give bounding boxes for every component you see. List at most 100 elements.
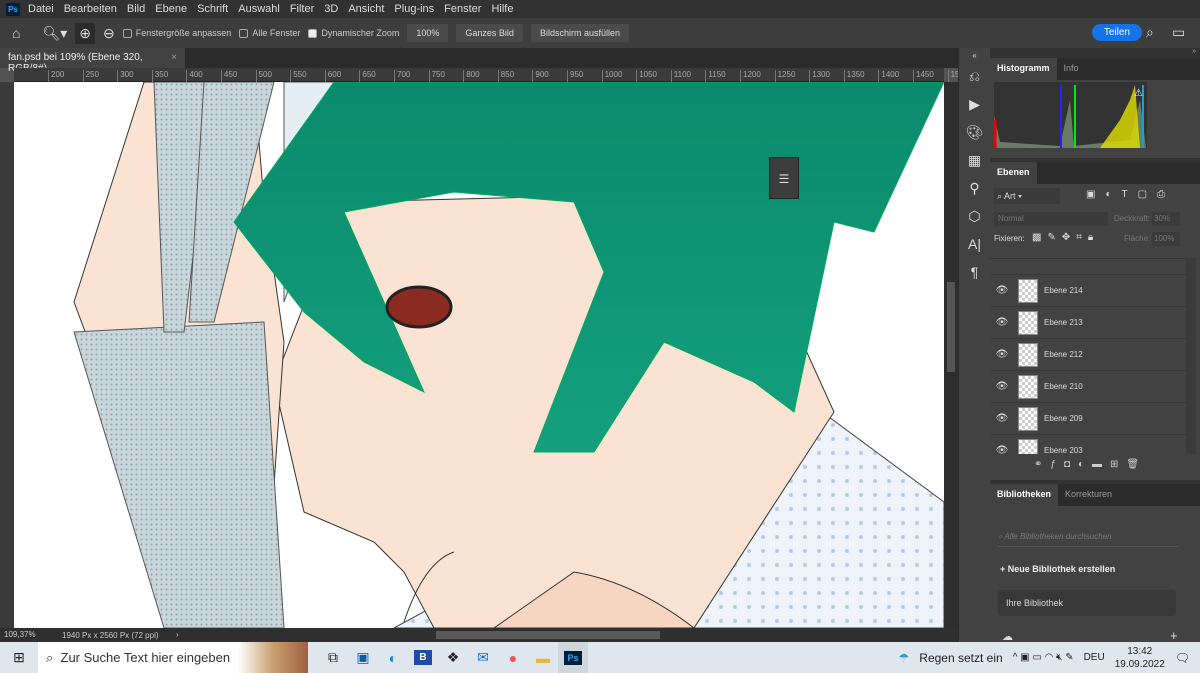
clock[interactable]: 13:42 19.09.2022 [1115, 645, 1165, 671]
ruler-tick: 350 [151, 70, 168, 82]
new-library-button[interactable]: + Neue Bibliothek erstellen [1000, 564, 1115, 574]
new-library-label: Neue Bibliothek erstellen [1007, 564, 1116, 574]
zoom-level[interactable]: 109,37% [4, 630, 36, 639]
checkbox-checked-icon [308, 28, 318, 38]
language-indicator[interactable]: DEU [1084, 652, 1105, 663]
home-icon[interactable]: ⌂ [12, 25, 20, 41]
adjustments-float-panel[interactable]: ☰ [769, 157, 799, 199]
notifications-icon[interactable]: 🗨︎ [1175, 651, 1190, 665]
layer-row[interactable]: 👁︎ Ebene 214 [990, 275, 1186, 307]
taskbar-search[interactable]: ⌕ Zur Suche Text hier eingeben [38, 642, 238, 673]
patterns-grid-icon[interactable]: ▦ [959, 146, 990, 174]
menu-bearbeiten[interactable]: Bearbeiten [64, 3, 117, 15]
search-highlight-image[interactable] [238, 642, 308, 673]
menu-ansicht[interactable]: Ansicht [348, 3, 384, 15]
3d-cube-icon[interactable]: ⬡ [959, 202, 990, 230]
layer-row[interactable]: 👁︎ Ebene 210 [990, 371, 1186, 403]
visibility-eye-icon[interactable]: 👁︎ [990, 285, 1014, 296]
menu-fenster[interactable]: Fenster [444, 3, 481, 15]
paragraph-icon[interactable]: ¶ [959, 258, 990, 286]
dynamic-zoom-checkbox[interactable]: Dynamischer Zoom [308, 28, 399, 38]
task-view-icon[interactable]: ⧉ [318, 642, 348, 673]
share-button[interactable]: Teilen [1091, 24, 1142, 41]
windows-start-icon[interactable]: ⊞ [0, 642, 38, 673]
collapse-icon[interactable]: « [959, 48, 990, 62]
fit-window-checkbox[interactable]: Fenstergröße anpassen [122, 28, 231, 38]
close-icon[interactable]: × [171, 52, 177, 64]
swatches-palette-icon[interactable]: 🎨︎ [959, 118, 990, 146]
zoom-out-icon[interactable]: ⊖ [103, 25, 115, 42]
visibility-eye-icon[interactable]: 👁︎ [990, 381, 1014, 392]
menu-bild[interactable]: Bild [127, 3, 145, 15]
ruler-tick: 250 [82, 70, 99, 82]
tab-adjustments[interactable]: Korrekturen [1058, 484, 1119, 506]
ruler-tick: 500 [255, 70, 272, 82]
layers-scrollbar[interactable] [1186, 258, 1196, 454]
visibility-eye-icon[interactable]: 👁︎ [990, 445, 1014, 454]
visibility-eye-icon[interactable]: 👁︎ [990, 413, 1014, 424]
menu-schrift[interactable]: Schrift [197, 3, 228, 15]
menu-datei[interactable]: Datei [28, 3, 54, 15]
status-menu-arrow[interactable]: › [176, 630, 179, 639]
ruler-tick: 1050 [636, 70, 657, 82]
canvas[interactable]: ☰ [14, 82, 944, 628]
fill-field[interactable]: 100% [1152, 232, 1180, 246]
menu-plugins[interactable]: Plug-ins [394, 3, 434, 15]
tab-histogram[interactable]: Histogramm [990, 58, 1057, 80]
library-item[interactable]: Ihre Bibliothek [998, 590, 1176, 616]
horizontal-scrollbar[interactable] [436, 631, 660, 639]
workspace-icon[interactable]: ▭ [1172, 24, 1185, 41]
tab-info[interactable]: Info [1057, 58, 1086, 80]
layer-row[interactable]: 👁︎ Ebene 209 [990, 403, 1186, 435]
blend-mode-select[interactable]: Normal [994, 212, 1108, 226]
layer-filter-select[interactable]: ⌕ Art ▾ [994, 188, 1060, 204]
expand-icon[interactable]: » [990, 48, 1200, 58]
menu-auswahl[interactable]: Auswahl [238, 3, 280, 15]
history-icon[interactable]: ⎌ [959, 62, 990, 90]
libraries-tabs: Bibliotheken Korrekturen [990, 484, 1200, 506]
library-search[interactable]: ⌕ Alle Bibliotheken durchsuchen [998, 532, 1178, 547]
store-icon[interactable]: ▣ [348, 642, 378, 673]
fit-screen-button[interactable]: Ganzes Bild [456, 24, 523, 42]
weather-text[interactable]: Regen setzt ein [919, 651, 1002, 665]
menu-filter[interactable]: Filter [290, 3, 314, 15]
clone-source-icon[interactable]: ⚲ [959, 174, 990, 202]
zoom-100-button[interactable]: 100% [407, 24, 449, 42]
character-icon[interactable]: A| [959, 230, 990, 258]
layer-row[interactable]: 👁︎ Ebene 203 [990, 435, 1186, 454]
file-explorer-icon[interactable]: ▬ [528, 642, 558, 673]
opacity-field[interactable]: 30% [1152, 212, 1180, 226]
menu-hilfe[interactable]: Hilfe [491, 3, 513, 15]
mail-icon[interactable]: ✉ [468, 642, 498, 673]
menu-3d[interactable]: 3D [324, 3, 338, 15]
actions-play-icon[interactable]: ▶ [959, 90, 990, 118]
fill-screen-button[interactable]: Bildschirm ausfüllen [530, 24, 629, 42]
lock-icons[interactable]: ▩✎✥⌗🔒︎ [1032, 232, 1099, 243]
dropbox-icon[interactable]: ❖ [438, 642, 468, 673]
photoshop-taskbar-icon[interactable]: Ps [558, 642, 588, 673]
visibility-eye-icon[interactable]: 👁︎ [990, 317, 1014, 328]
firefox-icon[interactable]: ● [498, 642, 528, 673]
b-app-icon[interactable]: B [408, 642, 438, 673]
tray-icons[interactable]: ^ ▣ ▭ ◠ 🔇︎ ✎ [1013, 652, 1074, 663]
add-icon[interactable]: + [1170, 628, 1178, 643]
zoom-tool-icon[interactable]: 🔍︎▾ [42, 25, 67, 42]
tab-layers[interactable]: Ebenen [990, 162, 1037, 184]
sliders-icon: ☰ [778, 172, 790, 186]
weather-icon[interactable]: ☂ [899, 651, 910, 665]
visibility-eye-icon[interactable]: 👁︎ [990, 349, 1014, 360]
edge-icon[interactable]: ◐ [378, 642, 408, 673]
vertical-scrollbar[interactable] [944, 82, 958, 628]
zoom-in-icon[interactable]: ⊕ [75, 22, 96, 44]
layer-row[interactable]: 👁︎ Ebene 213 [990, 307, 1186, 339]
search-icon[interactable]: ⌕ [1146, 24, 1154, 41]
scroll-thumb[interactable] [947, 282, 955, 372]
all-windows-checkbox[interactable]: Alle Fenster [239, 28, 300, 38]
layer-action-icons[interactable]: ⚭ƒ◘◐▬⊞🗑︎ [1034, 459, 1147, 470]
filter-type-icons[interactable]: ▣◐T▢⎙ [1086, 189, 1175, 200]
tab-libraries[interactable]: Bibliotheken [990, 484, 1059, 506]
menu-ebene[interactable]: Ebene [155, 3, 187, 15]
layer-row[interactable]: 👁︎ Ebene 212 [990, 339, 1186, 371]
layer-row-partial[interactable] [990, 259, 1186, 275]
document-tab[interactable]: fan.psd bei 109% (Ebene 320, RGB/8#) × [0, 48, 185, 74]
